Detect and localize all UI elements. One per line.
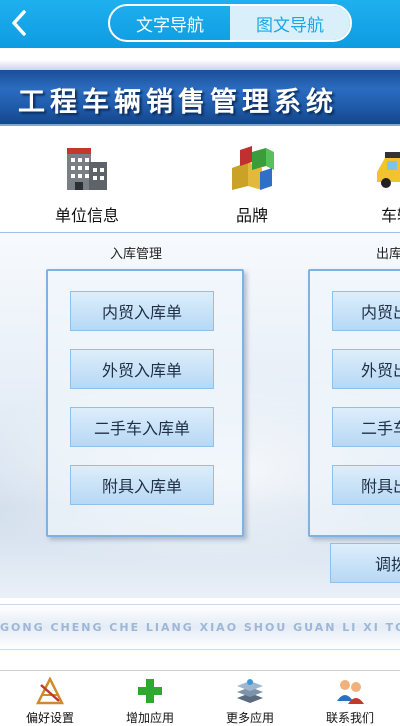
back-button[interactable] [4, 6, 34, 40]
contacts-icon [337, 680, 364, 704]
tab-add-app-label: 增加应用 [125, 711, 174, 725]
module-vehicle[interactable]: 车辆 [352, 142, 400, 226]
banner-top-edge [0, 60, 400, 70]
module-vehicle-label: 车辆 [380, 206, 400, 225]
chevron-left-icon [12, 10, 26, 36]
bottom-tab-bar: 偏好设置 增加应用 更多应用 联系我们 [0, 670, 400, 726]
tab-contact-us-label: 联系我们 [325, 711, 374, 725]
nav-mode-switch: 文字导航 图文导航 [108, 4, 352, 42]
foreign-inbound-button[interactable]: 外贸入库单 [70, 349, 214, 389]
outbound-panel: 内贸出 外贸出 二手车 附具出 [308, 269, 400, 537]
pinyin-strip-text: GONG CHENG CHE LIANG XIAO SHOU GUAN LI X… [0, 621, 400, 634]
module-unit-info[interactable]: 单位信息 [42, 142, 132, 226]
building-icon [67, 148, 107, 190]
tab-text-nav[interactable]: 文字导航 [110, 6, 230, 40]
transfer-button[interactable]: 调拨 [330, 543, 400, 583]
module-shortcuts: 单位信息 品牌 车辆 [0, 128, 400, 232]
used-car-outbound-button[interactable]: 二手车 [332, 407, 400, 447]
tab-image-nav[interactable]: 图文导航 [230, 6, 350, 40]
system-title: 工程车辆销售管理系统 [18, 87, 338, 118]
plus-icon [138, 679, 162, 703]
group-inbound-title: 入库管理 [110, 247, 163, 262]
module-brand-label: 品牌 [235, 206, 268, 225]
taxi-icon [377, 152, 400, 188]
system-banner: 工程车辆销售管理系统 [0, 70, 400, 126]
top-nav-bar: 文字导航 图文导航 [0, 0, 400, 48]
module-brand[interactable]: 品牌 [207, 142, 297, 226]
accessory-outbound-button[interactable]: 附具出 [332, 465, 400, 505]
tab-preferences-label: 偏好设置 [25, 711, 74, 725]
tab-add-app[interactable]: 增加应用 [100, 671, 200, 726]
preferences-icon [35, 676, 65, 705]
domestic-inbound-button[interactable]: 内贸入库单 [70, 291, 214, 331]
blocks-icon [232, 146, 274, 190]
inbound-panel: 内贸入库单 外贸入库单 二手车入库单 附具入库单 [46, 269, 244, 537]
main-content: 入库管理 内贸入库单 外贸入库单 二手车入库单 附具入库单 出库 内贸出 外贸出… [0, 232, 400, 598]
tab-contact-us[interactable]: 联系我们 [300, 671, 400, 726]
tab-preferences[interactable]: 偏好设置 [0, 671, 100, 726]
group-outbound-title: 出库 [376, 247, 400, 262]
layers-icon [237, 679, 263, 703]
used-car-inbound-button[interactable]: 二手车入库单 [70, 407, 214, 447]
domestic-outbound-button[interactable]: 内贸出 [332, 291, 400, 331]
tab-more-apps-label: 更多应用 [225, 711, 274, 725]
foreign-outbound-button[interactable]: 外贸出 [332, 349, 400, 389]
pinyin-strip: GONG CHENG CHE LIANG XIAO SHOU GUAN LI X… [0, 604, 400, 650]
accessory-inbound-button[interactable]: 附具入库单 [70, 465, 214, 505]
module-unit-info-label: 单位信息 [54, 206, 119, 225]
tab-more-apps[interactable]: 更多应用 [200, 671, 300, 726]
